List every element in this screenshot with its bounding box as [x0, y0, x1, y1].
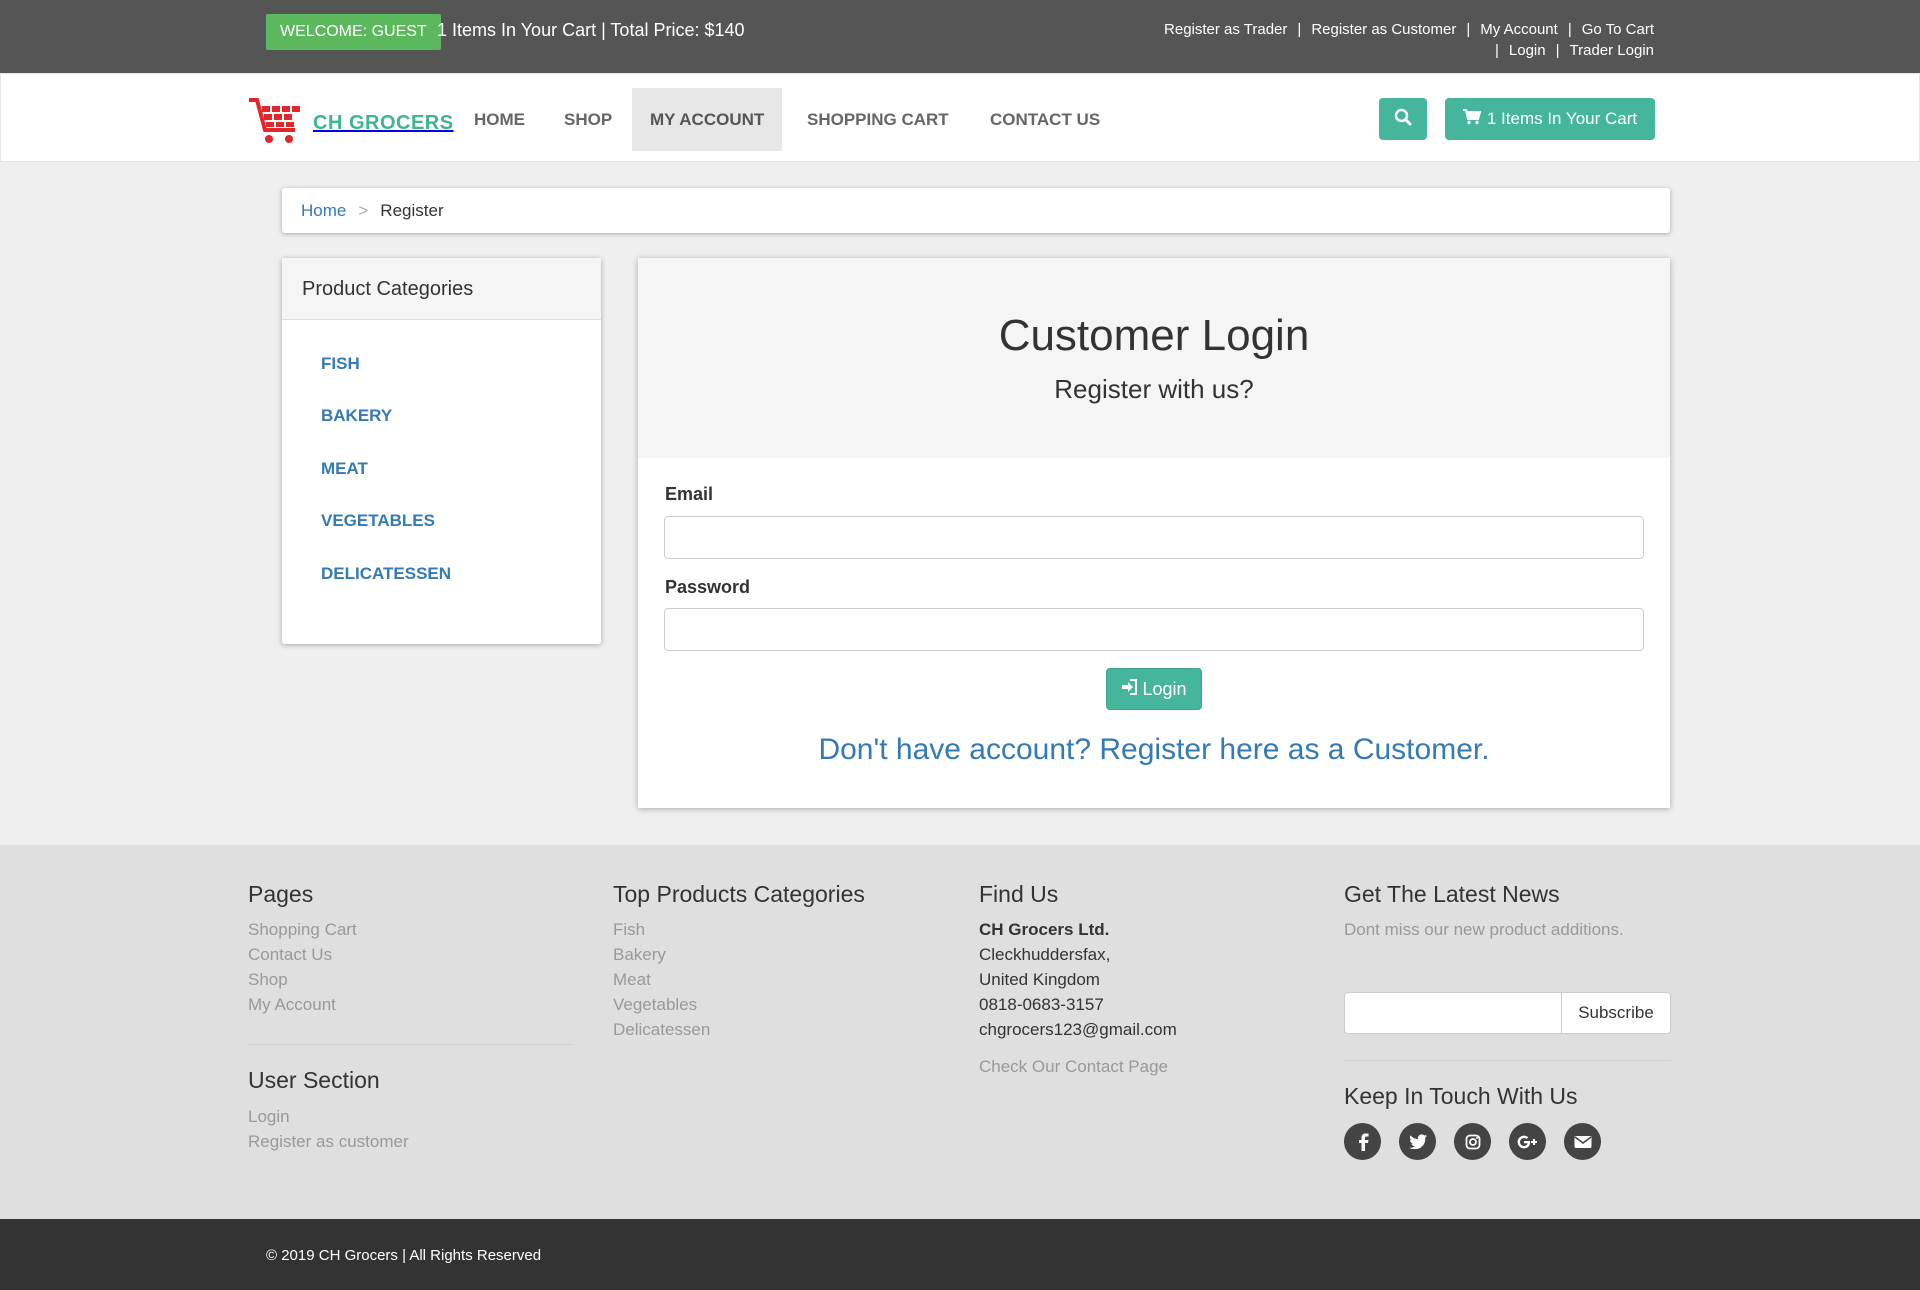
footer-divider	[1344, 1060, 1671, 1061]
footer-link-login[interactable]: Login	[248, 1104, 573, 1129]
footer-category-delicatessen[interactable]: Delicatessen	[613, 1017, 938, 1042]
breadcrumb-separator: >	[358, 200, 369, 220]
footer-category-bakery[interactable]: Bakery	[613, 942, 938, 967]
shopping-cart-logo-icon	[247, 96, 303, 151]
copyright-text: © 2019 CH Grocers | All Rights Reserved	[266, 1247, 542, 1264]
my-account-link[interactable]: My Account	[1480, 21, 1558, 38]
sidebar-title: Product Categories	[282, 258, 601, 320]
email-field[interactable]	[664, 516, 1644, 559]
breadcrumb-home[interactable]: Home	[301, 201, 346, 221]
login-title: Customer Login	[998, 311, 1310, 360]
nav-shop[interactable]: SHOP	[546, 88, 630, 151]
breadcrumb-current: Register	[380, 200, 444, 220]
cart-summary: 1 Items In Your Cart | Total Price: $140	[437, 20, 745, 40]
footer-divider	[248, 1044, 573, 1045]
register-trader-link[interactable]: Register as Trader	[1164, 21, 1287, 38]
login-subtitle: Register with us?	[1054, 374, 1254, 404]
footer-link-my-account[interactable]: My Account	[248, 992, 573, 1017]
social-links	[1344, 1123, 1601, 1160]
footer-category-vegetables[interactable]: Vegetables	[613, 992, 938, 1017]
login-button-label: Login	[1142, 678, 1187, 699]
nav-contact-us[interactable]: CONTACT US	[972, 88, 1118, 151]
trader-login-link[interactable]: Trader Login	[1570, 42, 1655, 59]
facebook-icon[interactable]	[1344, 1123, 1381, 1160]
nav-shopping-cart[interactable]: SHOPPING CART	[789, 88, 967, 151]
subscribe-button[interactable]: Subscribe	[1561, 992, 1671, 1034]
top-links: Register as Trader | Register as Customer |…	[1164, 21, 1655, 59]
login-header: Customer Login Register with us?	[638, 258, 1670, 458]
phone-number: 0818-0683-3157	[979, 995, 1104, 1014]
footer-news-title: Get The Latest News	[1344, 881, 1560, 907]
breadcrumb: Home > Register	[282, 188, 1670, 233]
login-link[interactable]: Login	[1509, 42, 1546, 59]
footer-user-section-title: User Section	[248, 1067, 380, 1093]
brand-name: CH GROCERS	[313, 111, 454, 134]
footer-find-us-column: Find Us CH Grocers Ltd. Cleckhuddersfax,…	[979, 880, 1304, 1079]
footer-link-shopping-cart[interactable]: Shopping Cart	[248, 917, 573, 942]
subscribe-email-input[interactable]	[1344, 992, 1561, 1034]
sign-in-icon	[1121, 678, 1138, 700]
product-categories-panel: Product Categories FISH BAKERY MEAT VEGE…	[282, 258, 601, 644]
check-contact-page-link[interactable]: Check Our Contact Page	[979, 1054, 1304, 1079]
footer-pages-title: Pages	[248, 881, 314, 907]
footer-link-shop[interactable]: Shop	[248, 967, 573, 992]
footer-pages-column: Pages Shopping Cart Contact Us Shop My A…	[248, 880, 573, 1154]
twitter-icon[interactable]	[1399, 1123, 1436, 1160]
password-field[interactable]	[664, 608, 1644, 651]
cart-button[interactable]: 1 Items In Your Cart	[1445, 98, 1655, 140]
top-bar: WELCOME: GUEST 1 Items In Your Cart | To…	[0, 0, 1920, 73]
footer-categories-column: Top Products Categories Fish Bakery Meat…	[613, 880, 938, 1042]
login-button[interactable]: Login	[1106, 668, 1202, 710]
footer: Pages Shopping Cart Contact Us Shop My A…	[0, 845, 1920, 1219]
footer-category-meat[interactable]: Meat	[613, 967, 938, 992]
news-text: Dont miss our new product additions.	[1344, 920, 1624, 939]
footer-find-us-title: Find Us	[979, 881, 1059, 907]
instagram-icon[interactable]	[1454, 1123, 1491, 1160]
cart-button-label: 1 Items In Your Cart	[1486, 109, 1638, 128]
password-label: Password	[665, 577, 751, 597]
welcome-badge: WELCOME: GUEST	[266, 14, 441, 50]
address-line-1: Cleckhuddersfax,	[979, 945, 1111, 964]
email-label: Email	[665, 484, 714, 504]
search-button[interactable]	[1379, 98, 1427, 140]
footer-link-register-customer[interactable]: Register as customer	[248, 1129, 573, 1154]
footer-news-column: Get The Latest News Dont miss our new pr…	[1344, 880, 1671, 1180]
main-navbar: CH GROCERS HOME SHOP MY ACCOUNT SHOPPING…	[0, 73, 1920, 162]
google-plus-icon[interactable]	[1509, 1123, 1546, 1160]
cart-icon	[1462, 108, 1482, 130]
category-delicatessen[interactable]: DELICATESSEN	[321, 564, 451, 584]
register-customer-link[interactable]: Register as Customer	[1311, 21, 1456, 38]
bottom-bar: © 2019 CH Grocers | All Rights Reserved	[0, 1219, 1920, 1290]
contact-email: chgrocers123@gmail.com	[979, 1020, 1177, 1039]
company-name: CH Grocers Ltd.	[979, 920, 1110, 939]
search-icon	[1394, 108, 1412, 131]
login-card: Customer Login Register with us? Email P…	[638, 258, 1670, 808]
nav-home[interactable]: HOME	[456, 88, 543, 151]
footer-category-fish[interactable]: Fish	[613, 917, 938, 942]
category-bakery[interactable]: BAKERY	[321, 406, 392, 426]
footer-social-title: Keep In Touch With Us	[1344, 1083, 1578, 1109]
footer-categories-title: Top Products Categories	[613, 881, 865, 907]
nav-my-account[interactable]: MY ACCOUNT	[632, 88, 783, 151]
category-meat[interactable]: MEAT	[321, 459, 368, 479]
category-fish[interactable]: FISH	[321, 354, 360, 374]
envelope-icon[interactable]	[1564, 1123, 1601, 1160]
category-vegetables[interactable]: VEGETABLES	[321, 511, 435, 531]
subscribe-form: Subscribe	[1344, 992, 1671, 1034]
brand-logo[interactable]: CH GROCERS	[247, 96, 454, 151]
footer-link-contact-us[interactable]: Contact Us	[248, 942, 573, 967]
go-to-cart-link[interactable]: Go To Cart	[1582, 21, 1654, 38]
address-line-2: United Kingdom	[979, 970, 1100, 989]
register-customer-link[interactable]: Don't have account? Register here as a C…	[638, 733, 1670, 767]
